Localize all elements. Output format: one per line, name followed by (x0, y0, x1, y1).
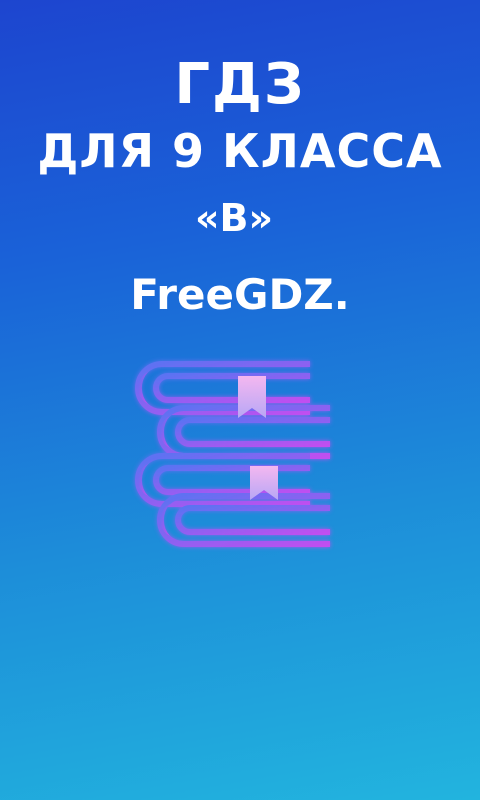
book-3-pages (153, 465, 310, 495)
title-line-grade: ДЛЯ 9 КЛАССА (37, 124, 443, 178)
splash-screen: ГДЗ ДЛЯ 9 КЛАССА «В» FreeGDZ. (0, 0, 480, 800)
book-2-outline (157, 405, 330, 459)
book-1-outline (135, 361, 310, 415)
brand-name: FreeGDZ. (130, 270, 350, 319)
book-2-pages (175, 417, 330, 447)
book-4-pages (175, 505, 330, 535)
stack-of-books-icon (135, 361, 330, 547)
title-line-gdz: ГДЗ (174, 52, 306, 117)
book-1-pages (153, 373, 310, 403)
title-line-class-letter: «В» (194, 196, 274, 240)
